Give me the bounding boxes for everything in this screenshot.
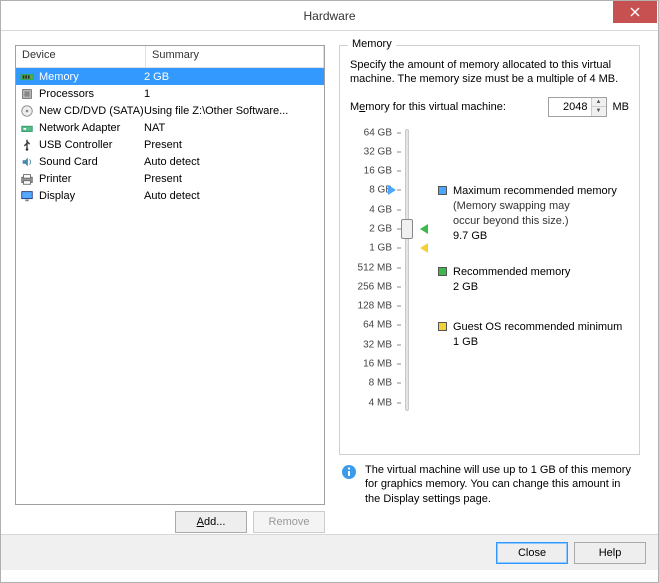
device-summary: Using file Z:\Other Software... [144,105,324,117]
spin-down-button[interactable]: ▼ [592,107,606,116]
device-name: New CD/DVD (SATA) [39,105,144,117]
legend-guest: Guest OS recommended minimum1 GB [438,320,622,350]
groupbox-title: Memory [348,38,396,50]
memory-slider[interactable] [400,125,416,415]
window-title: Hardware [303,9,355,23]
remove-button[interactable]: Remove [253,511,325,533]
marker-max [388,185,396,195]
device-row[interactable]: Network Adapter NAT [16,119,324,136]
device-list[interactable]: Device Summary Memory2 GBProcessors1New … [15,45,325,505]
device-summary: Present [144,139,324,151]
tick-label: 16 MB [363,359,392,370]
info-text: The virtual machine will use up to 1 GB … [365,463,638,506]
slider-thumb[interactable] [401,219,413,239]
left-buttons: Add... Remove [15,505,325,533]
memory-label: Memory for this virtual machine: [350,101,506,113]
device-row[interactable]: USB Controller Present [16,136,324,153]
memory-input-row: Memory for this virtual machine: ▲ ▼ MB [350,97,629,117]
legend-title: Maximum recommended memory [453,184,617,199]
memory-legend: Maximum recommended memory(Memory swappi… [416,125,629,415]
dialog-footer: Close Help [1,534,658,570]
memory-description: Specify the amount of memory allocated t… [350,58,629,87]
memory-icon [19,69,35,85]
legend-swatch [438,322,447,331]
device-name: Sound Card [39,156,98,168]
memory-groupbox: Memory Specify the amount of memory allo… [339,45,640,455]
tick-label: 64 MB [363,320,392,331]
legend-title: Recommended memory [453,265,570,280]
legend-value: 9.7 GB [453,229,617,244]
legend-rec: Recommended memory2 GB [438,265,570,295]
spin-up-button[interactable]: ▲ [592,98,606,107]
memory-spinner[interactable]: ▲ ▼ [548,97,607,117]
device-name: USB Controller [39,139,112,151]
tick-label: 512 MB [358,262,392,273]
device-row[interactable]: New CD/DVD (SATA)Using file Z:\Other Sof… [16,102,324,119]
tick-label: 16 GB [364,166,392,177]
tick-label: 64 GB [364,127,392,138]
right-panel: Memory Specify the amount of memory allo… [335,45,644,534]
network-icon [19,120,35,136]
tick-label: 128 MB [358,301,392,312]
legend-title: Guest OS recommended minimum [453,320,622,335]
titlebar: Hardware [1,1,658,31]
info-icon [341,464,357,480]
device-name: Network Adapter [39,122,120,134]
tick-label: 256 MB [358,281,392,292]
device-row[interactable]: Printer Present [16,170,324,187]
header-summary[interactable]: Summary [146,46,324,67]
close-icon [630,7,640,17]
device-summary: Auto detect [144,190,324,202]
device-row[interactable]: Memory 2 GB [16,68,324,85]
tick-label: 4 GB [369,204,392,215]
legend-value: 2 GB [453,280,570,295]
info-row: The virtual machine will use up to 1 GB … [339,455,640,506]
device-summary: Auto detect [144,156,324,168]
content-area: Device Summary Memory2 GBProcessors1New … [1,31,658,534]
tick-label: 32 GB [364,146,392,157]
display-icon [19,188,35,204]
device-row[interactable]: Processors 1 [16,85,324,102]
device-name: Printer [39,173,71,185]
usb-icon [19,137,35,153]
tick-label: 32 MB [363,339,392,350]
window-close-button[interactable] [613,1,657,23]
add-button[interactable]: Add... [175,511,247,533]
memory-input[interactable] [549,100,591,114]
device-name: Processors [39,88,94,100]
memory-unit: MB [613,101,630,113]
tick-label: 2 GB [369,224,392,235]
legend-swatch [438,267,447,276]
device-name: Memory [39,71,79,83]
disc-icon [19,103,35,119]
tick-label: 8 MB [369,378,392,389]
memory-slider-area: 64 GB32 GB16 GB8 GB4 GB2 GB1 GB512 MB256… [350,125,629,415]
device-summary: 1 [144,88,324,100]
cpu-icon [19,86,35,102]
device-row[interactable]: Sound Card Auto detect [16,153,324,170]
printer-icon [19,171,35,187]
device-list-header: Device Summary [16,46,324,68]
legend-swatch [438,186,447,195]
slider-track [405,129,409,411]
slider-ticks: 64 GB32 GB16 GB8 GB4 GB2 GB1 GB512 MB256… [350,125,400,415]
device-summary: NAT [144,122,324,134]
left-panel: Device Summary Memory2 GBProcessors1New … [15,45,325,534]
device-row[interactable]: Display Auto detect [16,187,324,204]
legend-max: Maximum recommended memory(Memory swappi… [438,184,617,243]
sound-icon [19,154,35,170]
legend-value: 1 GB [453,335,622,350]
header-device[interactable]: Device [16,46,146,67]
device-summary: 2 GB [144,71,324,83]
help-button[interactable]: Help [574,542,646,564]
tick-label: 1 GB [369,243,392,254]
device-summary: Present [144,173,324,185]
close-button[interactable]: Close [496,542,568,564]
tick-label: 4 MB [369,397,392,408]
device-name: Display [39,190,75,202]
